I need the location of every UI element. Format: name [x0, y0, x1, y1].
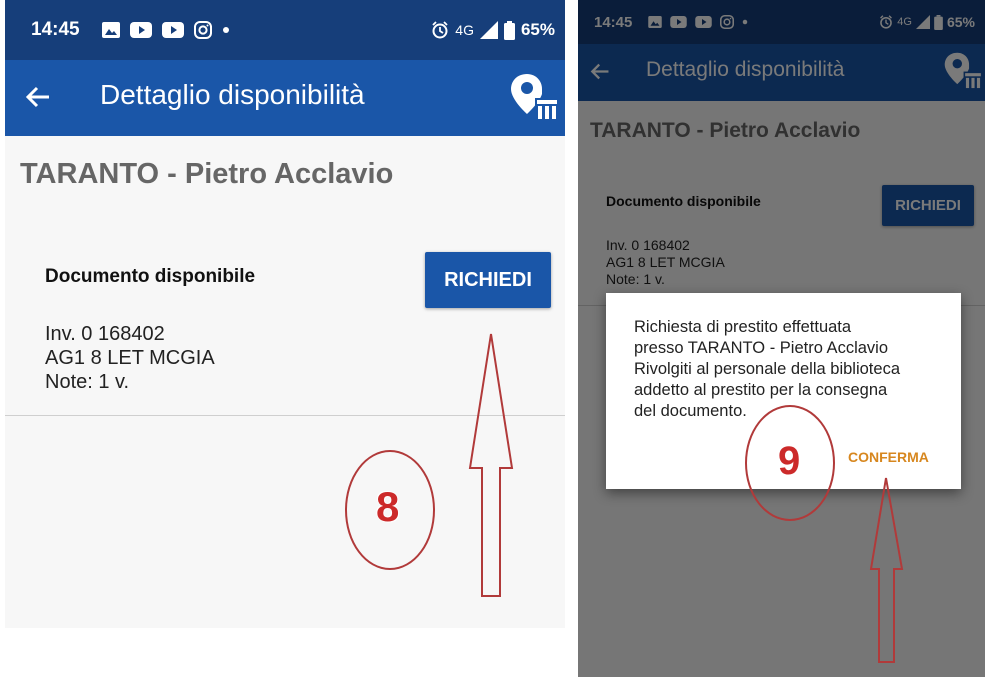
status-right: 4G 65% — [431, 0, 555, 60]
battery-percent: 65% — [520, 20, 555, 39]
notification-icons — [101, 21, 230, 39]
arrow-up-annotation-left — [468, 333, 514, 597]
document-note: Note: 1 v. — [45, 371, 130, 393]
document-info: Inv. 0 168402 AG1 8 LET MCGIA Note: 1 v. — [45, 322, 215, 394]
signal-icon — [479, 21, 498, 39]
step-8-label: 8 — [376, 483, 400, 530]
dot-icon — [222, 27, 229, 33]
status-bar: 14:45 4G 65% — [5, 0, 565, 60]
app-bar: Dettaglio disponibilità — [5, 60, 565, 136]
page-title: Dettaglio disponibilità — [100, 79, 365, 110]
status-time: 14:45 — [31, 19, 80, 40]
dialog-line: Rivolgiti al personale della biblioteca — [634, 360, 900, 378]
alarm-icon — [432, 21, 448, 39]
dialog-line: addetto al prestito per la consegna — [634, 381, 888, 399]
arrow-up-annotation-right — [869, 477, 904, 663]
dialog-line: presso TARANTO - Pietro Acclavio — [634, 339, 889, 357]
confirm-button[interactable]: CONFERMA — [848, 449, 929, 465]
gallery-icon — [101, 22, 120, 38]
dialog-line: Richiesta di prestito effettuata — [634, 318, 852, 336]
youtube-icon — [129, 22, 152, 38]
document-status: Documento disponibile — [45, 266, 256, 287]
battery-icon — [503, 20, 515, 40]
shelf-location: AG1 8 LET MCGIA — [45, 347, 215, 369]
inventory-number: Inv. 0 168402 — [45, 323, 165, 345]
instagram-icon — [193, 21, 212, 39]
request-button[interactable]: RICHIEDI — [425, 252, 551, 308]
right-screen: 14:45 4G 65% Dettaglio disponibilità — [578, 0, 985, 677]
network-type: 4G — [455, 22, 474, 38]
youtube-icon — [161, 22, 184, 38]
back-arrow-icon[interactable] — [25, 86, 51, 108]
library-location-icon[interactable] — [505, 68, 561, 124]
library-name: TARANTO - Pietro Acclavio — [20, 158, 394, 190]
step-9-label: 9 — [778, 439, 801, 483]
